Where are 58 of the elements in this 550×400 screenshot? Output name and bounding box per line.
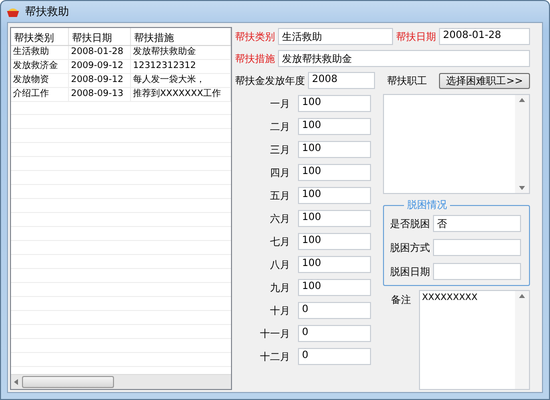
column-header[interactable]: 帮扶日期 bbox=[69, 28, 131, 45]
field-label: 备注 bbox=[391, 294, 411, 308]
field-label: 帮扶职工 bbox=[386, 74, 427, 88]
left-arrow-icon[interactable] bbox=[14, 379, 18, 385]
field-label: 帮扶日期 bbox=[396, 30, 436, 44]
input-field[interactable]: 100 bbox=[298, 279, 371, 296]
window-title: 帮扶救助 bbox=[25, 4, 69, 19]
up-arrow-icon[interactable] bbox=[519, 98, 525, 102]
field-label: 八月 bbox=[269, 258, 290, 272]
field-label: 帮扶措施 bbox=[235, 52, 275, 66]
input-field[interactable]: 100 bbox=[298, 164, 371, 181]
select-button[interactable]: 选择困难职工>> bbox=[439, 72, 530, 88]
input-field[interactable]: 100 bbox=[298, 210, 371, 227]
vertical-scrollbar[interactable] bbox=[515, 291, 529, 389]
input-field[interactable]: 100 bbox=[298, 256, 371, 273]
input-field[interactable]: 2008-01-28 bbox=[439, 28, 530, 45]
field-label: 帮扶金发放年度 bbox=[235, 74, 305, 88]
input-field[interactable] bbox=[433, 239, 521, 256]
column-header[interactable]: 帮扶类别 bbox=[11, 28, 69, 45]
field-label: 九月 bbox=[269, 282, 290, 294]
input-field[interactable]: 100 bbox=[298, 95, 371, 112]
field-label: 四月 bbox=[269, 166, 290, 180]
input-field[interactable] bbox=[433, 263, 521, 280]
spin-field[interactable]: 2008 bbox=[308, 72, 375, 89]
input-field[interactable]: 0 bbox=[298, 302, 371, 319]
app-icon bbox=[6, 6, 20, 18]
down-arrow-icon[interactable] bbox=[519, 186, 525, 190]
field-label: 是否脱困 bbox=[390, 218, 430, 230]
vertical-scrollbar[interactable] bbox=[515, 95, 529, 193]
input-field[interactable]: 100 bbox=[298, 118, 371, 135]
group-title: 脱困情况 bbox=[406, 198, 448, 212]
input-field[interactable]: 0 bbox=[298, 348, 371, 365]
table-cell: 推荐到XXXXXXX工作 bbox=[131, 88, 231, 102]
field-label: 帮扶类别 bbox=[235, 30, 275, 44]
field-label: 脱困日期 bbox=[390, 266, 430, 278]
field-label: 七月 bbox=[269, 236, 290, 248]
input-field[interactable]: 100 bbox=[298, 187, 371, 204]
field-label: 十二月 bbox=[259, 350, 290, 364]
field-label: 脱困方式 bbox=[390, 242, 430, 254]
input-field[interactable]: 发放帮扶救助金 bbox=[278, 50, 530, 67]
input-field[interactable]: 100 bbox=[298, 141, 371, 158]
field-label: 六月 bbox=[269, 212, 290, 226]
field-label: 十月 bbox=[269, 304, 290, 318]
field-label: 十一月 bbox=[259, 328, 290, 340]
up-arrow-icon[interactable] bbox=[519, 294, 525, 298]
input-field[interactable]: 0 bbox=[298, 325, 371, 342]
column-header[interactable]: 帮扶措施 bbox=[131, 28, 231, 45]
field-label: 五月 bbox=[269, 190, 290, 202]
input-field[interactable]: 生活救助 bbox=[278, 28, 393, 45]
table-cell: 介绍工作 bbox=[11, 88, 69, 102]
remarks-field[interactable]: XXXXXXXXX bbox=[419, 290, 530, 390]
table-cell: 2008-09-13 bbox=[69, 88, 131, 102]
input-field[interactable]: 100 bbox=[298, 233, 371, 250]
field-label: 一月 bbox=[269, 98, 290, 110]
horizontal-scrollbar[interactable] bbox=[11, 374, 231, 389]
field-label: 二月 bbox=[269, 120, 290, 134]
field-label: 三月 bbox=[269, 144, 290, 156]
input-field[interactable]: 否 bbox=[433, 215, 521, 232]
